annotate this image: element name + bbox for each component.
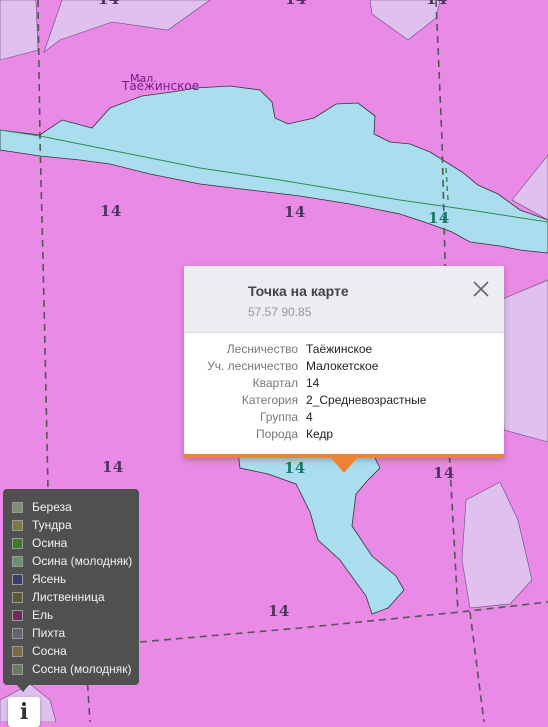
quarter-label: 14: [426, 0, 448, 8]
legend-label: Осина (молодняк): [32, 554, 133, 568]
quarter-label: 14: [268, 602, 290, 620]
legend-label: Ель: [32, 608, 54, 622]
quarter-label: 14: [284, 203, 306, 221]
attribute-key: Категория: [241, 393, 298, 407]
legend-swatch: [12, 609, 23, 621]
legend-item: Осина (молодняк): [3, 552, 139, 570]
legend-swatch: [12, 591, 23, 603]
attribute-value: 14: [306, 376, 320, 390]
attribute-row: Уч. лесничество Малокетское: [184, 359, 504, 376]
attribute-key: Порода: [255, 427, 298, 441]
parcel-light-right-mid: [499, 279, 548, 443]
legend-item: Тундра: [3, 516, 139, 534]
legend-label: Тундра: [32, 518, 72, 532]
parcel-light-top-left: [0, 0, 39, 61]
info-button[interactable]: i: [8, 697, 40, 727]
attribute-row: Квартал 14: [184, 376, 504, 393]
legend-item: Береза: [3, 498, 139, 516]
popup-pointer: [331, 458, 357, 473]
legend-swatch: [12, 645, 23, 657]
attribute-key: Группа: [259, 410, 298, 424]
legend-label: Лиственница: [32, 590, 105, 604]
attribute-value: 2_Средневозрастные: [306, 393, 427, 407]
legend-swatch: [12, 537, 23, 549]
popup-coords: 57.57 90.85: [248, 305, 312, 319]
legend-swatch: [12, 519, 23, 531]
species-legend: Береза Тундра Осина Осина (молодняк) Ясе…: [3, 489, 139, 685]
quarter-label: 14: [433, 464, 455, 482]
legend-label: Сосна: [32, 644, 67, 658]
attribute-value: Кедр: [306, 427, 334, 441]
attribute-key: Лесничество: [226, 342, 298, 356]
attribute-key: Квартал: [252, 376, 298, 390]
attribute-value: 4: [306, 410, 313, 424]
attribute-value: Малокетское: [306, 359, 379, 373]
legend-swatch: [12, 627, 23, 639]
legend-swatch: [12, 555, 23, 567]
attribute-row: Категория 2_Средневозрастные: [184, 393, 504, 410]
legend-swatch: [12, 501, 23, 513]
legend-pointer: [17, 685, 29, 692]
legend-item: Ель: [3, 606, 139, 624]
popup-title: Точка на карте: [248, 283, 349, 299]
legend-label: Береза: [32, 500, 72, 514]
attribute-row: Порода Кедр: [184, 427, 504, 444]
legend-item: Сосна (молодняк): [3, 660, 139, 678]
quarter-label: 14: [98, 0, 120, 8]
quarter-label: 14: [428, 209, 450, 227]
legend-item: Осина: [3, 534, 139, 552]
popup-attributes: Лесничество Таёжинское Уч. лесничество Мал…: [184, 333, 504, 444]
legend-label: Ясень: [32, 572, 67, 586]
point-info-popup: Точка на карте 57.57 90.85 Лесничество Та…: [184, 266, 504, 473]
legend-item: Сосна: [3, 642, 139, 660]
attribute-row: Группа 4: [184, 410, 504, 427]
attribute-value: Таёжинское: [306, 342, 373, 356]
legend-item: Лиственница: [3, 588, 139, 606]
legend-item: Ясень: [3, 570, 139, 588]
quarter-label: 14: [285, 0, 307, 8]
attribute-key: Уч. лесничество: [207, 359, 298, 373]
close-icon[interactable]: [472, 280, 490, 298]
legend-label: Пихта: [32, 626, 66, 640]
legend-label: Сосна (молодняк): [32, 662, 132, 676]
attribute-row: Лесничество Таёжинское: [184, 342, 504, 359]
legend-label: Осина: [32, 536, 68, 550]
quarter-label: 14: [100, 202, 122, 220]
quarter-label: 14: [284, 459, 306, 477]
place-label: Таёжинское: [122, 79, 200, 93]
quarter-label: 14: [102, 458, 124, 476]
legend-swatch: [12, 573, 23, 585]
popup-header: Точка на карте 57.57 90.85: [184, 266, 504, 333]
legend-swatch: [12, 663, 23, 675]
legend-item: Пихта: [3, 624, 139, 642]
